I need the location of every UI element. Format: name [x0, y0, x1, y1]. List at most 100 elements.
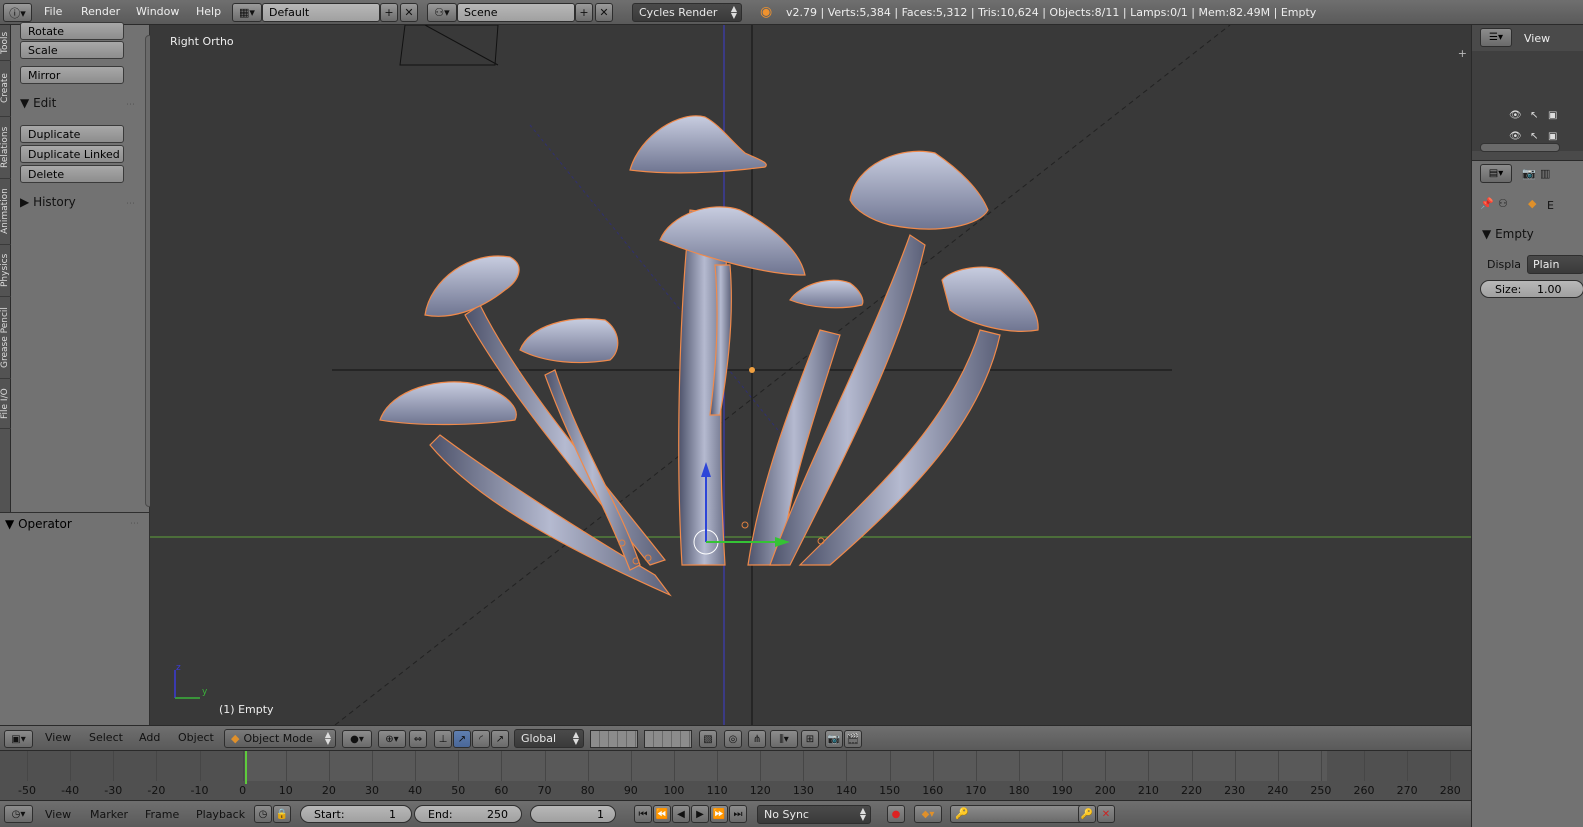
- timeline-editor-type-button[interactable]: ◷▾: [4, 805, 33, 823]
- menu-add[interactable]: Add: [139, 731, 160, 744]
- manipulator-toggle[interactable]: ⇔: [409, 730, 427, 748]
- properties-toggle-icon[interactable]: +: [1458, 47, 1467, 60]
- render-anim-button[interactable]: 🎬: [844, 730, 862, 748]
- tab-grease-pencil[interactable]: Grease Pencil: [0, 297, 11, 379]
- layers-grid-2[interactable]: [644, 730, 692, 748]
- menu-object[interactable]: Object: [178, 731, 214, 744]
- delete-keyframe-button[interactable]: ✕: [1097, 805, 1115, 823]
- editor-type-info-button[interactable]: ⓘ▾: [3, 3, 32, 22]
- rotate-button[interactable]: Rotate: [20, 22, 124, 40]
- eye-icon[interactable]: 👁: [1509, 110, 1522, 121]
- menu-select[interactable]: Select: [89, 731, 123, 744]
- tab-tools[interactable]: Tools: [0, 25, 11, 61]
- rotate-manipulator[interactable]: ↗: [453, 730, 471, 748]
- layer-lock-button[interactable]: ▧: [699, 730, 717, 748]
- menu-help[interactable]: Help: [196, 5, 221, 18]
- context-breadcrumb[interactable]: E: [1547, 199, 1554, 212]
- transform-space-icon-button[interactable]: ↗: [491, 730, 509, 748]
- menu-view[interactable]: View: [45, 731, 71, 744]
- props-editor-type-button[interactable]: ▤▾: [1480, 164, 1512, 183]
- scene-browse-button[interactable]: ⚇▾: [427, 3, 457, 22]
- screen-layout-browse-button[interactable]: ▦▾: [232, 3, 262, 22]
- pivot-dropdown[interactable]: ⊕▾: [378, 730, 406, 748]
- delete-scene-button[interactable]: ✕: [595, 3, 613, 22]
- cursor-icon[interactable]: ↖: [1530, 110, 1538, 121]
- snap-target-button[interactable]: ⊞: [801, 730, 819, 748]
- proportional-edit-button[interactable]: ◎: [724, 730, 742, 748]
- layers-grid-1[interactable]: [590, 730, 638, 748]
- current-frame-line[interactable]: [245, 751, 247, 784]
- scene-field[interactable]: Scene: [457, 3, 575, 22]
- orientation-dropdown[interactable]: Global ▲ ▼: [514, 729, 584, 748]
- size-field[interactable]: Size: 1.00: [1480, 280, 1583, 298]
- menu-render[interactable]: Render: [81, 5, 120, 18]
- operator-panel-header[interactable]: ▼ Operator: [5, 517, 72, 531]
- jump-start-button[interactable]: ⏮: [634, 805, 652, 823]
- keying-set-field[interactable]: 🔑: [950, 805, 1090, 823]
- add-scene-button[interactable]: +: [575, 3, 593, 22]
- 3d-viewport[interactable]: z y Right Ortho (1) Empty +: [150, 25, 1471, 725]
- jump-keyframe-forward-button[interactable]: ⏩: [710, 805, 728, 823]
- pin-icon[interactable]: 📌: [1480, 197, 1494, 210]
- tab-physics[interactable]: Physics: [0, 245, 11, 297]
- menu-view[interactable]: View: [45, 808, 71, 821]
- play-reverse-button[interactable]: ◀: [672, 805, 690, 823]
- edit-panel-header[interactable]: ▼ Edit: [20, 96, 56, 110]
- drag-grip-icon[interactable]: ⋯: [126, 100, 135, 110]
- snap-toggle[interactable]: ⋔: [748, 730, 766, 748]
- shading-dropdown[interactable]: ●▾: [342, 730, 372, 748]
- render-tab-icon[interactable]: 📷: [1522, 167, 1536, 180]
- end-frame-field[interactable]: End: 250: [414, 805, 522, 823]
- current-frame-field[interactable]: 1: [530, 805, 616, 823]
- menu-frame[interactable]: Frame: [145, 808, 179, 821]
- duplicate-button[interactable]: Duplicate: [20, 125, 124, 143]
- delete-layout-button[interactable]: ✕: [400, 3, 418, 22]
- tab-animation[interactable]: Animation: [0, 179, 11, 245]
- render-engine-dropdown[interactable]: Cycles Render ▲ ▼: [632, 3, 742, 22]
- mode-dropdown[interactable]: ◆ Object Mode ▲ ▼: [224, 729, 336, 748]
- jump-keyframe-back-button[interactable]: ⏪: [653, 805, 671, 823]
- render-icon[interactable]: ▣: [1548, 110, 1557, 121]
- record-button[interactable]: ●: [887, 805, 905, 823]
- viewport-editor-type-button[interactable]: ▣▾: [4, 730, 33, 748]
- screen-layout-field[interactable]: Default: [262, 3, 380, 22]
- use-preview-range-button[interactable]: ◷: [254, 805, 272, 823]
- menu-window[interactable]: Window: [136, 5, 179, 18]
- menu-file[interactable]: File: [44, 5, 62, 18]
- mirror-button[interactable]: Mirror: [20, 66, 124, 84]
- delete-button[interactable]: Delete: [20, 165, 124, 183]
- menu-marker[interactable]: Marker: [90, 808, 128, 821]
- duplicate-linked-button[interactable]: Duplicate Linked: [20, 145, 124, 163]
- history-panel-header[interactable]: ▶ History: [20, 195, 76, 209]
- cursor-icon[interactable]: ↖: [1530, 131, 1538, 142]
- snap-element-dropdown[interactable]: ⫼▾: [770, 730, 798, 748]
- drag-grip-icon[interactable]: ⋯: [126, 199, 135, 209]
- outliner-tree[interactable]: 👁 ↖ ▣ 👁 ↖ ▣: [1472, 51, 1583, 151]
- drag-grip-icon[interactable]: ⋯: [130, 519, 139, 529]
- tab-create[interactable]: Create: [0, 61, 11, 117]
- eye-icon[interactable]: 👁: [1509, 131, 1522, 142]
- tab-relations[interactable]: Relations: [0, 117, 11, 179]
- add-layout-button[interactable]: +: [380, 3, 398, 22]
- display-type-dropdown[interactable]: Plain: [1527, 255, 1583, 274]
- menu-playback[interactable]: Playback: [196, 808, 245, 821]
- outliner-view-menu[interactable]: View: [1524, 32, 1550, 45]
- outliner-scrollbar[interactable]: [1480, 143, 1560, 152]
- insert-keyframe-button[interactable]: 🔑: [1078, 805, 1096, 823]
- timeline[interactable]: -50 -40 -30 -20 -10 0 10 20 30 40 50 60 70 80 90 100 110…: [0, 750, 1471, 800]
- scale-manipulator[interactable]: ◜: [472, 730, 490, 748]
- scale-button[interactable]: Scale: [20, 41, 124, 59]
- render-icon[interactable]: ▣: [1548, 131, 1557, 142]
- outliner-editor-type-button[interactable]: ☰▾: [1480, 28, 1512, 47]
- keyframe-type-dropdown[interactable]: ◆▾: [914, 805, 942, 823]
- start-frame-field[interactable]: Start: 1: [300, 805, 412, 823]
- translate-manipulator[interactable]: ⊥: [434, 730, 452, 748]
- empty-panel-header[interactable]: ▼ Empty: [1482, 227, 1534, 241]
- play-button[interactable]: ▶: [691, 805, 709, 823]
- viewport-canvas[interactable]: [150, 25, 1471, 725]
- jump-end-button[interactable]: ⏭: [729, 805, 747, 823]
- render-opengl-button[interactable]: 📷: [825, 730, 843, 748]
- tab-file-io[interactable]: File I/O: [0, 379, 11, 429]
- lock-range-button[interactable]: 🔒: [273, 805, 291, 823]
- layers-tab-icon[interactable]: ▥: [1540, 167, 1550, 180]
